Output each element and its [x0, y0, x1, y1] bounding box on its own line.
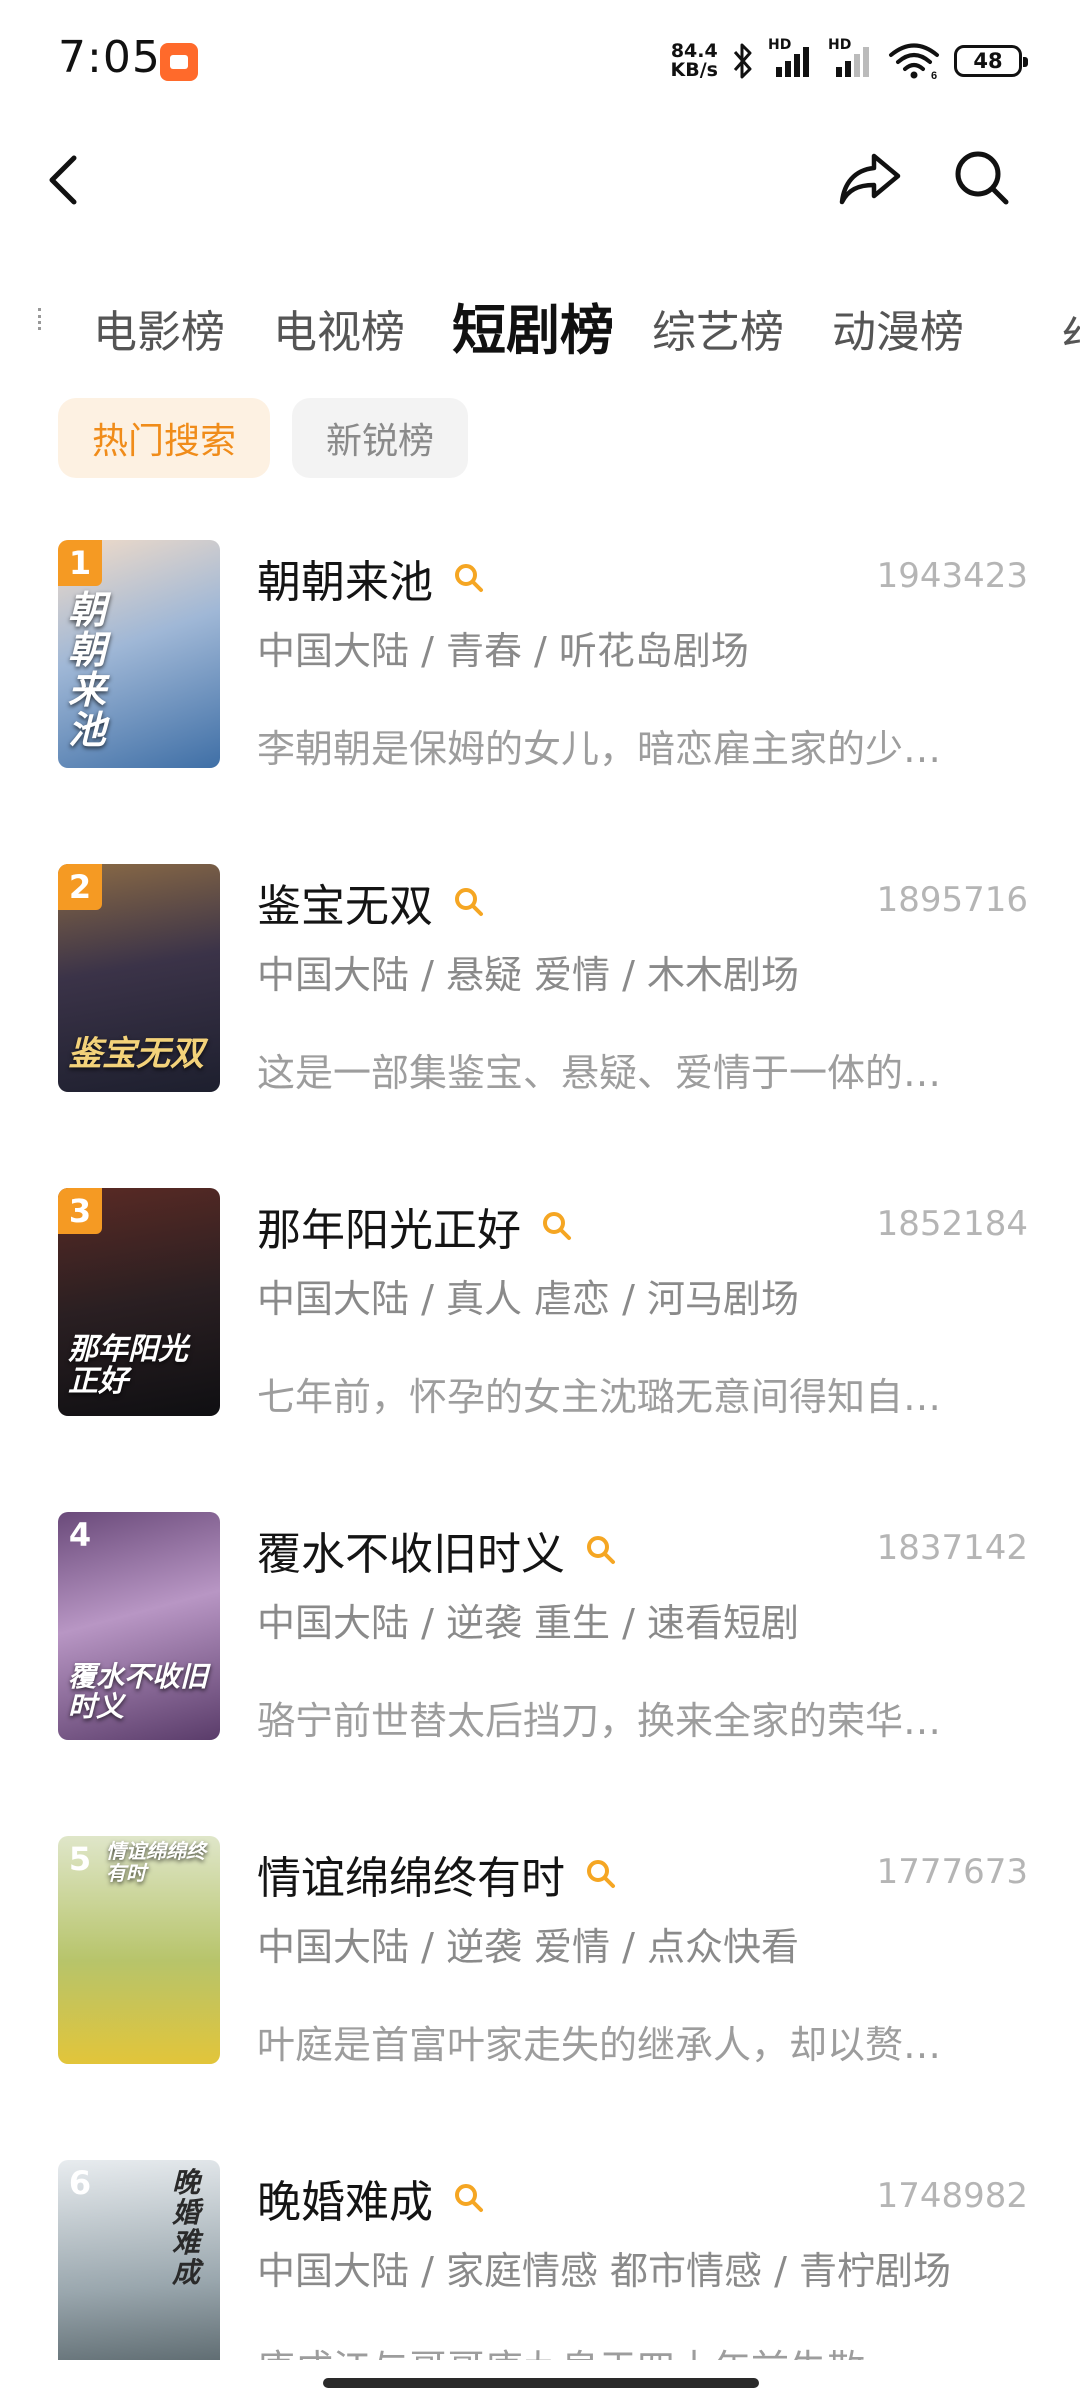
poster-image: 2 鉴宝无双	[58, 864, 220, 1092]
item-title: 鉴宝无双	[257, 870, 487, 934]
filter-chips: 热门搜索 新锐榜	[58, 398, 469, 478]
item-meta: 中国大陆 / 家庭情感 都市情感 / 青柠剧场	[257, 2249, 952, 2293]
item-title: 晚婚难成	[257, 2166, 487, 2230]
ranking-tabs: 电影榜 电视榜 短剧榜 综艺榜 动漫榜 纪	[0, 282, 1080, 372]
poster-image: 6 晚婚难成	[58, 2160, 220, 2360]
item-title-text: 朝朝来池	[257, 557, 433, 608]
rank-badge: 5	[68, 1840, 92, 1878]
rank-badge: 1	[58, 540, 102, 586]
search-icon	[543, 1212, 571, 1240]
list-item[interactable]: 4 覆水不收旧时义 覆水不收旧时义 1837142 中国大陆 / 逆袭 重生 /…	[0, 1512, 1080, 1752]
signal-1: HD	[768, 37, 814, 79]
status-bar: 7:05 84.4 KB/s HD HD 6 48	[0, 0, 1080, 120]
wifi-icon: 6	[888, 42, 940, 80]
item-title: 情谊绵绵终有时	[257, 1842, 619, 1906]
item-title-text: 情谊绵绵终有时	[257, 1853, 565, 1904]
chip-hot-search[interactable]: 热门搜索	[58, 398, 271, 478]
item-description: 叶庭是首富叶家走失的继承人，却以赘…	[257, 2023, 942, 2067]
item-title-text: 那年阳光正好	[257, 1205, 521, 1256]
item-meta: 中国大陆 / 悬疑 爱情 / 木木剧场	[257, 953, 800, 997]
home-indicator[interactable]	[323, 2378, 759, 2388]
hd-label-2: HD	[828, 37, 852, 53]
tab-anime[interactable]: 动漫榜	[832, 296, 964, 360]
search-icon	[455, 888, 483, 916]
list-item[interactable]: 3 那年阳光正好 那年阳光正好 1852184 中国大陆 / 真人 虐恋 / 河…	[0, 1188, 1080, 1428]
ranking-list: 1 朝朝来池 朝朝来池 1943423 中国大陆 / 青春 / 听花岛剧场 李朝…	[0, 540, 1080, 2360]
network-speed: 84.4 KB/s	[671, 42, 718, 80]
search-icon	[455, 564, 483, 592]
item-title: 朝朝来池	[257, 546, 487, 610]
item-title-text: 晚婚难成	[257, 2177, 433, 2228]
item-title: 覆水不收旧时义	[257, 1518, 619, 1582]
search-count: 1748982	[876, 2176, 1028, 2216]
rank-badge: 2	[58, 864, 102, 910]
list-item[interactable]: 2 鉴宝无双 鉴宝无双 1895716 中国大陆 / 悬疑 爱情 / 木木剧场 …	[0, 864, 1080, 1104]
search-icon	[587, 1536, 615, 1564]
poster-title: 那年阳光正好	[68, 1332, 188, 1399]
list-item[interactable]: 1 朝朝来池 朝朝来池 1943423 中国大陆 / 青春 / 听花岛剧场 李朝…	[0, 540, 1080, 780]
poster-title: 晚婚难成	[172, 2166, 201, 2289]
tab-variety[interactable]: 综艺榜	[652, 296, 784, 360]
share-button[interactable]	[838, 148, 902, 208]
list-item[interactable]: 6 晚婚难成 晚婚难成 1748982 中国大陆 / 家庭情感 都市情感 / 青…	[0, 2160, 1080, 2360]
chevron-left-icon	[49, 155, 77, 205]
search-icon	[455, 2184, 483, 2212]
item-title-text: 覆水不收旧时义	[257, 1529, 565, 1580]
poster-image: 3 那年阳光正好	[58, 1188, 220, 1416]
tab-overflow-left	[38, 308, 44, 330]
item-title: 那年阳光正好	[257, 1194, 575, 1258]
tab-tv[interactable]: 电视榜	[273, 296, 405, 360]
poster-title: 鉴宝无双	[68, 1034, 204, 1074]
item-meta: 中国大陆 / 真人 虐恋 / 河马剧场	[257, 1277, 800, 1321]
search-count: 1852184	[876, 1204, 1028, 1244]
item-description: 唐成江与哥哥唐九皇于四十年前失散…	[257, 2338, 997, 2360]
search-count: 1943423	[876, 556, 1028, 596]
wifi-label: 6	[931, 70, 937, 80]
poster-image: 4 覆水不收旧时义	[58, 1512, 220, 1740]
search-button[interactable]	[952, 148, 1012, 208]
item-title-text: 鉴宝无双	[257, 881, 433, 932]
item-description: 李朝朝是保姆的女儿，暗恋雇主家的少…	[257, 727, 942, 771]
tab-short-drama[interactable]: 短剧榜	[452, 286, 614, 365]
battery-level: 48	[973, 49, 1003, 73]
search-count: 1777673	[876, 1852, 1028, 1892]
status-time: 7:05	[58, 32, 161, 83]
notification-app-icon	[160, 43, 198, 81]
network-speed-unit: KB/s	[670, 59, 718, 81]
hd-label-1: HD	[768, 37, 792, 53]
item-meta: 中国大陆 / 青春 / 听花岛剧场	[257, 629, 749, 673]
rank-badge: 3	[58, 1188, 102, 1234]
list-item[interactable]: 5 情谊绵绵终有时 情谊绵绵终有时 1777673 中国大陆 / 逆袭 爱情 /…	[0, 1836, 1080, 2076]
chip-new-rising[interactable]: 新锐榜	[292, 398, 469, 478]
back-button[interactable]	[40, 150, 88, 210]
poster-title: 覆水不收旧时义	[68, 1660, 209, 1723]
poster-title: 情谊绵绵终有时	[106, 1839, 206, 1885]
item-description: 七年前，怀孕的女主沈璐无意间得知自…	[257, 1375, 942, 1419]
share-icon	[839, 153, 901, 205]
item-description: 这是一部集鉴宝、悬疑、爱情于一体的…	[257, 1051, 942, 1095]
poster-image: 5 情谊绵绵终有时	[58, 1836, 220, 2064]
signal-2: HD	[828, 37, 874, 79]
search-icon	[587, 1860, 615, 1888]
search-count: 1837142	[876, 1528, 1028, 1568]
bluetooth-icon	[732, 42, 754, 80]
poster-image: 1 朝朝来池	[58, 540, 220, 768]
item-description: 骆宁前世替太后挡刀，换来全家的荣华…	[257, 1699, 942, 1743]
status-indicators: 84.4 KB/s HD HD 6 48	[671, 37, 1028, 84]
poster-title: 朝朝来池	[68, 587, 107, 752]
item-meta: 中国大陆 / 逆袭 重生 / 速看短剧	[257, 1601, 800, 1645]
tab-overflow-right: 纪	[1062, 302, 1080, 346]
tab-movie[interactable]: 电影榜	[93, 296, 225, 360]
rank-badge: 4	[68, 1516, 92, 1554]
rank-badge: 6	[68, 2164, 92, 2202]
search-count: 1895716	[876, 880, 1028, 920]
search-icon	[955, 151, 1009, 205]
item-meta: 中国大陆 / 逆袭 爱情 / 点众快看	[257, 1925, 800, 1969]
battery-indicator: 48	[954, 45, 1028, 77]
screen: 7:05 84.4 KB/s HD HD 6 48 电影榜 电视榜 短剧榜 综艺…	[0, 0, 1080, 2401]
